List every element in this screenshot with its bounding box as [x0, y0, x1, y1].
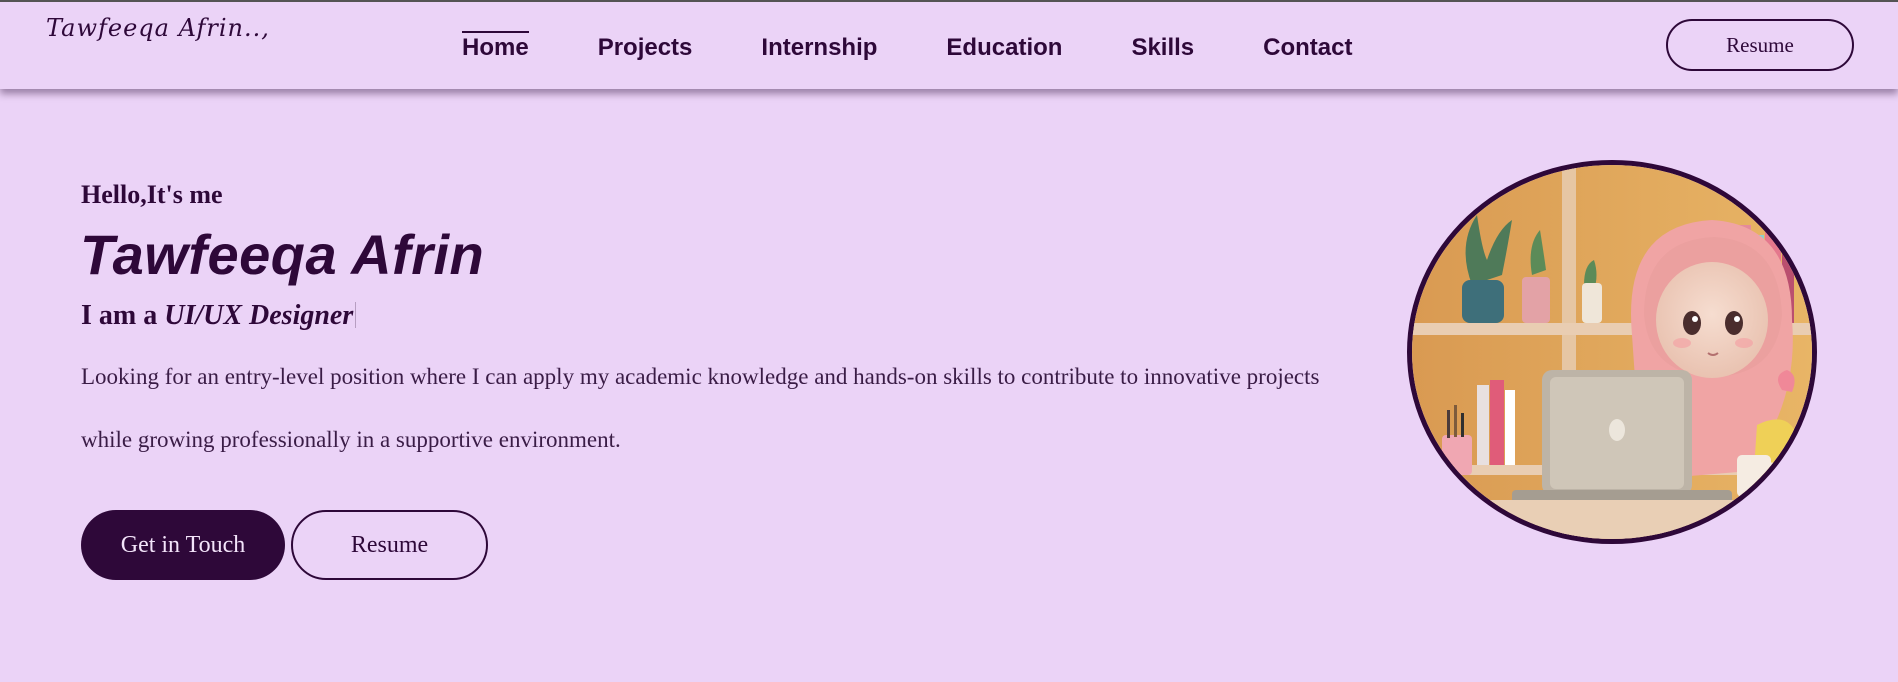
role-prefix: I am a	[81, 300, 158, 331]
nav-home[interactable]: Home	[462, 31, 529, 66]
typing-cursor	[355, 302, 357, 328]
hero-description: Looking for an entry-level position wher…	[81, 364, 1320, 452]
site-header: Tawfeeqa Afrin.., Home Projects Internsh…	[0, 2, 1898, 89]
site-logo[interactable]: Tawfeeqa Afrin..,	[46, 14, 270, 42]
role-text: UI/UX Designer	[164, 300, 354, 331]
girl-laptop-illustration-icon	[1412, 165, 1812, 539]
nav-internship[interactable]: Internship	[761, 32, 877, 66]
main-nav: Home Projects Internship Education Skill…	[462, 31, 1353, 66]
resume-button[interactable]: Resume	[291, 510, 488, 580]
get-in-touch-button[interactable]: Get in Touch	[81, 510, 285, 580]
greeting-text: Hello,It's me	[81, 180, 223, 209]
profile-avatar	[1407, 160, 1817, 544]
nav-projects[interactable]: Projects	[598, 32, 693, 66]
header-resume-button[interactable]: Resume	[1666, 19, 1854, 71]
nav-skills[interactable]: Skills	[1131, 32, 1194, 66]
hero-name: Tawfeeqa Afrin	[80, 223, 485, 286]
nav-contact[interactable]: Contact	[1263, 32, 1352, 66]
role-line: I am a UI/UX Designer	[81, 300, 357, 332]
nav-education[interactable]: Education	[946, 32, 1062, 66]
